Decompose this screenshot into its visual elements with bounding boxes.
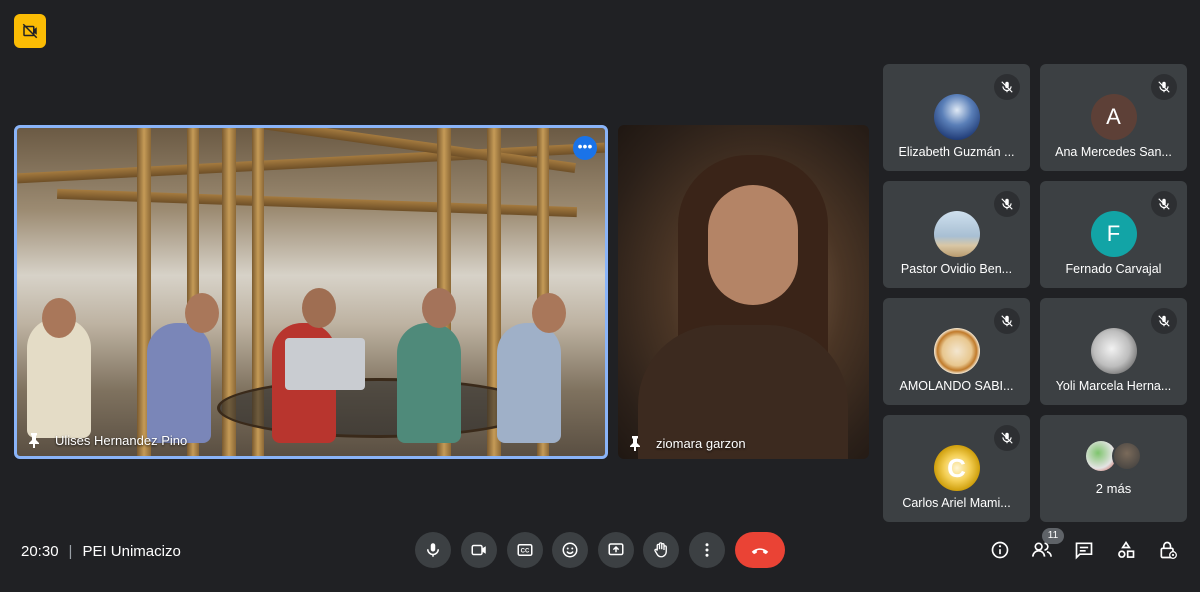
host-controls-button[interactable]: [1154, 536, 1182, 564]
activities-button[interactable]: [1112, 536, 1140, 564]
end-call-icon: [751, 548, 769, 555]
more-participants-label: 2 más: [1095, 481, 1132, 496]
separator: |: [68, 543, 73, 560]
participant-tile[interactable]: AMOLANDO SABI...: [883, 298, 1030, 405]
emoji-button[interactable]: [552, 532, 588, 568]
avatar: [1112, 441, 1142, 471]
more-options-icon: [705, 543, 709, 557]
emoji-icon: [562, 542, 578, 558]
present-button[interactable]: [598, 532, 634, 568]
avatar: [933, 211, 980, 257]
people-count-badge: 11: [1042, 528, 1064, 544]
mic-icon: [427, 543, 439, 557]
avatar: C: [933, 445, 980, 491]
participant-tile[interactable]: Pastor Ovidio Ben...: [883, 181, 1030, 288]
muted-mic-icon: [994, 308, 1020, 334]
avatar: [1090, 328, 1137, 374]
avatar: A: [1090, 94, 1137, 140]
host-controls-icon: [1160, 541, 1177, 559]
participant-name: Elizabeth Guzmán ...: [898, 145, 1015, 159]
participant-name: Fernado Carvajal: [1065, 262, 1162, 276]
mic-button[interactable]: [415, 532, 451, 568]
avatar: [933, 94, 980, 140]
avatar-stack: [1086, 441, 1146, 473]
participant-tile[interactable]: Yoli Marcela Herna...: [1040, 298, 1187, 405]
muted-mic-icon: [994, 191, 1020, 217]
avatar: [933, 328, 980, 374]
participant-tile[interactable]: Elizabeth Guzmán ...: [883, 64, 1030, 171]
tile-options-button[interactable]: •••: [573, 136, 597, 160]
camera-icon: [471, 544, 486, 556]
meeting-code[interactable]: PEI Unimacizo: [82, 543, 180, 560]
participant-tile[interactable]: F Fernado Carvajal: [1040, 181, 1187, 288]
more-participants-tile[interactable]: 2 más: [1040, 415, 1187, 522]
participant-name: Ana Mercedes San...: [1055, 145, 1172, 159]
captions-icon: CC: [517, 544, 533, 556]
participant-name: Pastor Ovidio Ben...: [900, 262, 1013, 276]
captions-button[interactable]: CC: [507, 532, 543, 568]
participant-name: Carlos Ariel Mami...: [902, 496, 1011, 510]
participant-label: ziomara garzon: [628, 435, 746, 451]
info-icon: [991, 541, 1009, 559]
muted-mic-icon: [994, 74, 1020, 100]
main-video-tile[interactable]: ••• Ulises Hernandez Pino: [14, 125, 608, 459]
muted-mic-icon: [1151, 74, 1177, 100]
info-button[interactable]: [986, 536, 1014, 564]
participant-name: Ulises Hernandez Pino: [55, 432, 188, 448]
pin-icon[interactable]: [27, 432, 41, 448]
muted-mic-icon: [1151, 191, 1177, 217]
more-options-button[interactable]: [689, 532, 725, 568]
chat-icon: [1075, 542, 1093, 560]
participant-tile[interactable]: C Carlos Ariel Mami...: [883, 415, 1030, 522]
no-camera-icon: [22, 23, 38, 39]
participant-tile[interactable]: A Ana Mercedes San...: [1040, 64, 1187, 171]
pin-icon[interactable]: [628, 435, 642, 451]
bottom-bar: 20:30 | PEI Unimacizo CC: [0, 522, 1200, 592]
activities-icon: [1118, 540, 1135, 558]
muted-mic-icon: [1151, 308, 1177, 334]
end-call-button[interactable]: [735, 532, 785, 568]
chat-button[interactable]: [1070, 536, 1098, 564]
meeting-details: 20:30 | PEI Unimacizo: [21, 543, 181, 560]
raise-hand-icon: [654, 542, 667, 558]
recording-badge[interactable]: [14, 14, 46, 48]
present-icon: [608, 543, 624, 556]
svg-text:CC: CC: [521, 549, 530, 555]
participant-name: ziomara garzon: [656, 435, 746, 451]
participant-name: Yoli Marcela Herna...: [1055, 379, 1172, 393]
avatar: F: [1090, 211, 1137, 257]
clock: 20:30: [21, 543, 59, 560]
participant-name: AMOLANDO SABI...: [899, 379, 1014, 393]
muted-mic-icon: [994, 425, 1020, 451]
raise-hand-button[interactable]: [643, 532, 679, 568]
video-tile[interactable]: ziomara garzon: [618, 125, 869, 459]
camera-button[interactable]: [461, 532, 497, 568]
participant-label: Ulises Hernandez Pino: [27, 432, 187, 448]
